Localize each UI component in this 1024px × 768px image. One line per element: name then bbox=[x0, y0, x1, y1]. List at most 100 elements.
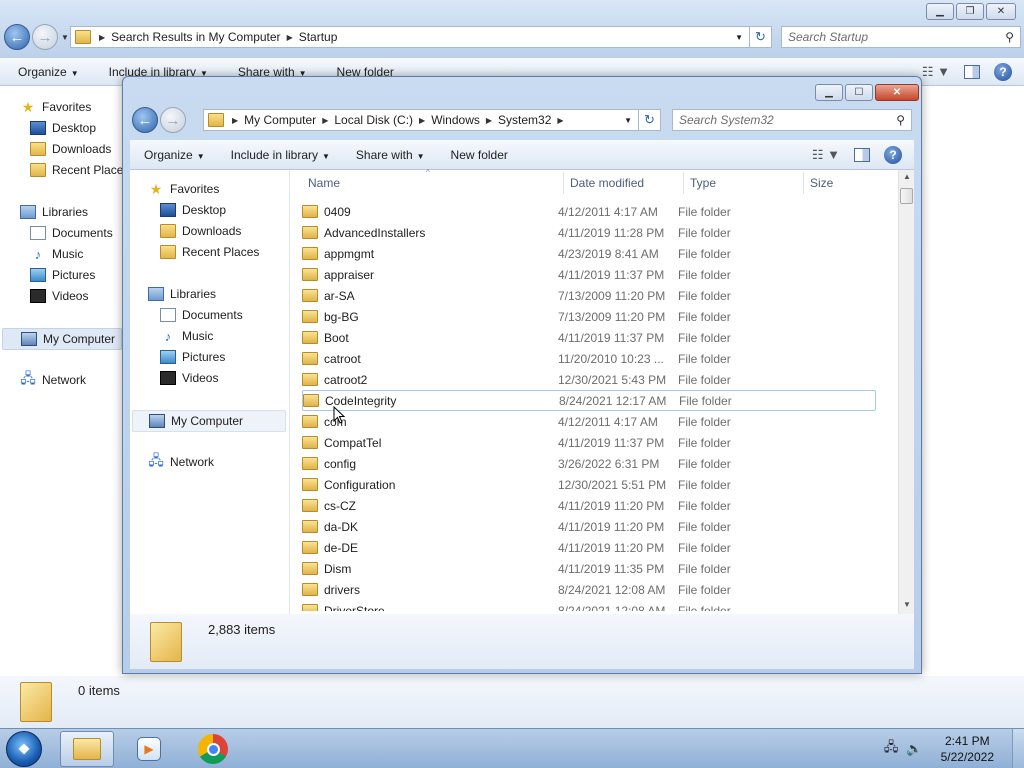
column-header-name[interactable]: Name bbox=[302, 172, 340, 194]
front-organize-button[interactable]: Organize ▼ bbox=[144, 148, 219, 162]
file-row[interactable]: bg-BG 7/13/2009 11:20 PM File folder bbox=[302, 306, 876, 327]
back-nav-documents[interactable]: Documents bbox=[30, 226, 113, 240]
taskbar-windows-explorer[interactable] bbox=[60, 731, 114, 767]
file-type: File folder bbox=[678, 477, 731, 492]
scroll-up-arrow-icon[interactable]: ▲ bbox=[903, 172, 911, 181]
breadcrumb-search-results[interactable]: Search Results in My Computer bbox=[111, 30, 280, 44]
breadcrumb-windows[interactable]: Windows bbox=[431, 113, 480, 127]
back-history-dropdown-icon[interactable]: ▼ bbox=[61, 33, 69, 42]
file-row[interactable]: Dism 4/11/2019 11:35 PM File folder bbox=[302, 558, 876, 579]
back-search-input[interactable]: Search Startup ⚲ bbox=[781, 26, 1021, 48]
column-header-date-modified[interactable]: Date modified bbox=[563, 172, 644, 194]
back-nav-desktop[interactable]: Desktop bbox=[30, 121, 96, 135]
front-nav-my-computer[interactable]: My Computer bbox=[132, 410, 286, 432]
front-share-with-button[interactable]: Share with ▼ bbox=[356, 148, 439, 162]
address-dropdown-icon[interactable]: ▼ bbox=[618, 116, 638, 125]
help-icon[interactable]: ? bbox=[884, 145, 902, 164]
back-forward-button[interactable]: → bbox=[32, 24, 58, 50]
back-nav-favorites[interactable]: ★ Favorites bbox=[20, 99, 92, 115]
file-row[interactable]: ar-SA 7/13/2009 11:20 PM File folder bbox=[302, 285, 876, 306]
back-nav-my-computer[interactable]: My Computer bbox=[2, 328, 122, 350]
file-row[interactable]: Boot 4/11/2019 11:37 PM File folder bbox=[302, 327, 876, 348]
back-close-button[interactable]: ✕ bbox=[986, 3, 1016, 20]
vertical-scrollbar[interactable]: ▲ ▼ bbox=[898, 170, 914, 614]
network-tray-icon[interactable]: 🖧 bbox=[884, 738, 899, 760]
breadcrumb-local-disk[interactable]: Local Disk (C:) bbox=[334, 113, 413, 127]
file-row[interactable]: cs-CZ 4/11/2019 11:20 PM File folder bbox=[302, 495, 876, 516]
column-header-size[interactable]: Size bbox=[803, 172, 833, 194]
front-forward-button[interactable]: → bbox=[160, 107, 186, 133]
search-icon[interactable]: ⚲ bbox=[1005, 30, 1014, 44]
column-header-type[interactable]: Type bbox=[683, 172, 716, 194]
file-row[interactable]: da-DK 4/11/2019 11:20 PM File folder bbox=[302, 516, 876, 537]
chrome-icon bbox=[198, 734, 228, 764]
taskbar-chrome[interactable] bbox=[186, 731, 240, 767]
front-nav-music[interactable]: ♪ Music bbox=[160, 329, 214, 344]
back-nav-music[interactable]: ♪ Music bbox=[30, 247, 84, 262]
file-row[interactable]: com 4/12/2011 4:17 AM File folder bbox=[302, 411, 876, 432]
preview-pane-icon[interactable] bbox=[854, 147, 870, 162]
file-row[interactable]: DriverStore 8/24/2021 12:08 AM File folder bbox=[302, 600, 876, 611]
file-row[interactable]: AdvancedInstallers 4/11/2019 11:28 PM File… bbox=[302, 222, 876, 243]
back-nav-downloads[interactable]: Downloads bbox=[30, 142, 111, 156]
front-refresh-button[interactable]: ↻ bbox=[639, 109, 661, 131]
file-row[interactable]: catroot2 12/30/2021 5:43 PM File folder bbox=[302, 369, 876, 390]
front-nav-documents[interactable]: Documents bbox=[160, 308, 243, 322]
breadcrumb-my-computer[interactable]: My Computer bbox=[244, 113, 316, 127]
back-item-count: 0 items bbox=[78, 682, 120, 698]
back-nav-videos[interactable]: Videos bbox=[30, 289, 88, 303]
back-minimize-button[interactable]: ▁ bbox=[926, 3, 954, 20]
start-button[interactable]: ❖ bbox=[6, 731, 42, 767]
front-new-folder-button[interactable]: New folder bbox=[451, 148, 522, 162]
back-nav-recent-places[interactable]: Recent Places bbox=[30, 163, 129, 177]
front-minimize-button[interactable]: ▁ bbox=[815, 84, 843, 101]
front-address-bar[interactable]: ▶ My Computer ▶ Local Disk (C:) ▶ Window… bbox=[203, 109, 639, 131]
breadcrumb-startup[interactable]: Startup bbox=[299, 30, 338, 44]
address-dropdown-icon[interactable]: ▼ bbox=[729, 33, 749, 42]
front-include-in-library-button[interactable]: Include in library ▼ bbox=[231, 148, 344, 162]
file-row[interactable]: drivers 8/24/2021 12:08 AM File folder bbox=[302, 579, 876, 600]
views-icon[interactable]: ☷ ▼ bbox=[922, 64, 950, 80]
preview-pane-icon[interactable] bbox=[964, 64, 980, 79]
file-row[interactable]: config 3/26/2022 6:31 PM File folder bbox=[302, 453, 876, 474]
views-icon[interactable]: ☷ ▼ bbox=[812, 147, 840, 163]
front-nav-favorites[interactable]: ★ Favorites bbox=[148, 181, 220, 197]
file-row[interactable]: catroot 11/20/2010 10:23 ... File folder bbox=[302, 348, 876, 369]
breadcrumb-system32[interactable]: System32 bbox=[498, 113, 551, 127]
file-row[interactable]: Configuration 12/30/2021 5:51 PM File fold… bbox=[302, 474, 876, 495]
front-nav-recent-places[interactable]: Recent Places bbox=[160, 245, 259, 259]
front-back-button[interactable]: ← bbox=[132, 107, 158, 133]
file-row[interactable]: 0409 4/12/2011 4:17 AM File folder bbox=[302, 201, 876, 222]
search-icon[interactable]: ⚲ bbox=[896, 113, 905, 127]
back-back-button[interactable]: ← bbox=[4, 24, 30, 50]
back-nav-pictures[interactable]: Pictures bbox=[30, 268, 95, 282]
file-row[interactable]: CodeIntegrity 8/24/2021 12:17 AM File fold… bbox=[302, 390, 876, 411]
scroll-down-arrow-icon[interactable]: ▼ bbox=[903, 600, 911, 609]
front-nav-videos[interactable]: Videos bbox=[160, 371, 218, 385]
file-row[interactable]: de-DE 4/11/2019 11:20 PM File folder bbox=[302, 537, 876, 558]
front-nav-libraries[interactable]: Libraries bbox=[148, 287, 216, 301]
volume-icon[interactable]: 🔈 bbox=[906, 741, 922, 757]
file-row[interactable]: appmgmt 4/23/2019 8:41 AM File folder bbox=[302, 243, 876, 264]
front-nav-downloads[interactable]: Downloads bbox=[160, 224, 241, 238]
back-organize-button[interactable]: Organize ▼ bbox=[18, 65, 93, 79]
front-nav-network[interactable]: 🖧 Network bbox=[148, 452, 214, 469]
help-icon[interactable]: ? bbox=[994, 62, 1012, 81]
taskbar-media-player[interactable]: ▶ bbox=[122, 731, 176, 767]
clock[interactable]: 2:41 PM 5/22/2022 bbox=[941, 733, 994, 765]
front-nav-desktop[interactable]: Desktop bbox=[160, 203, 226, 217]
back-restore-button[interactable]: ❐ bbox=[956, 3, 984, 20]
back-address-bar[interactable]: ▶ Search Results in My Computer ▶ Startu… bbox=[70, 26, 750, 48]
front-maximize-button[interactable]: ☐ bbox=[845, 84, 873, 101]
file-row[interactable]: appraiser 4/11/2019 11:37 PM File folder bbox=[302, 264, 876, 285]
back-refresh-button[interactable]: ↻ bbox=[750, 26, 772, 48]
front-nav-pictures[interactable]: Pictures bbox=[160, 350, 225, 364]
back-nav-network[interactable]: 🖧 Network bbox=[20, 370, 86, 387]
scrollbar-thumb[interactable] bbox=[900, 188, 913, 204]
show-desktop-button[interactable] bbox=[1012, 729, 1024, 768]
back-nav-libraries[interactable]: Libraries bbox=[20, 205, 88, 219]
folder-icon bbox=[302, 499, 318, 512]
front-close-button[interactable]: ✕ bbox=[875, 84, 919, 101]
front-search-input[interactable]: Search System32 ⚲ bbox=[672, 109, 912, 131]
file-row[interactable]: CompatTel 4/11/2019 11:37 PM File folder bbox=[302, 432, 876, 453]
